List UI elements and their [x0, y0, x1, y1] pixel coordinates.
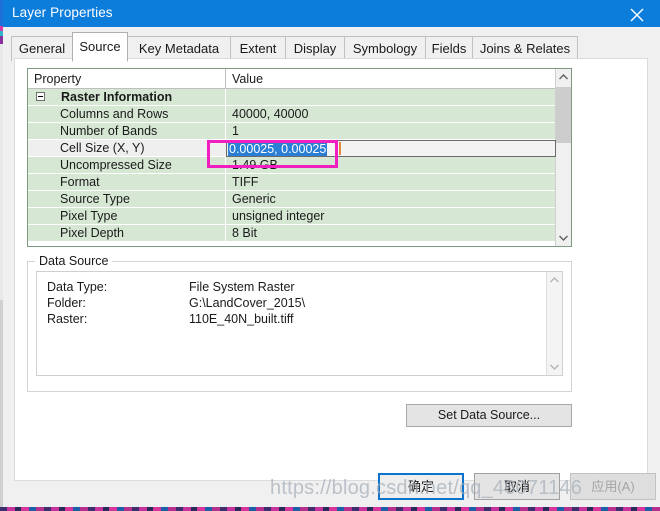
table-row[interactable]: Pixel Type unsigned integer: [28, 208, 557, 225]
scroll-up-icon[interactable]: [547, 272, 562, 288]
row-property-value: 1.49 GB: [232, 158, 278, 172]
raster-label: Raster:: [47, 312, 88, 326]
row-indent: [28, 225, 44, 241]
row-column-divider: [225, 191, 226, 207]
scrollbar-thumb[interactable]: [556, 87, 571, 143]
scroll-down-icon[interactable]: [556, 230, 571, 246]
row-property-value: 1: [232, 124, 239, 138]
data-source-scrollbar[interactable]: [546, 272, 562, 375]
row-property-name: Uncompressed Size: [60, 158, 172, 172]
row-column-divider: [225, 208, 226, 224]
folder-value: G:\LandCover_2015\: [189, 296, 306, 310]
row-indent: [28, 174, 44, 190]
raster-value: 110E_40N_built.tiff: [189, 312, 294, 326]
row-property-name: Cell Size (X, Y): [60, 141, 145, 155]
tab-strip: General Source Key Metadata Extent Displ…: [3, 27, 660, 62]
row-property-value: 40000, 40000: [232, 107, 309, 121]
data-type-label: Data Type:: [47, 280, 108, 294]
property-grid[interactable]: Property Value Raster Information Column…: [27, 68, 572, 247]
table-row[interactable]: Format TIFF: [28, 174, 557, 191]
set-data-source-button[interactable]: Set Data Source...: [406, 404, 572, 427]
row-column-divider: [225, 225, 226, 241]
scroll-up-icon[interactable]: [556, 69, 571, 85]
row-indent: [28, 208, 44, 224]
column-header-property: Property: [34, 72, 82, 86]
header-column-divider: [225, 69, 226, 89]
data-source-panel: Data Type: File System Raster Folder: G:…: [36, 271, 563, 376]
left-edge-artifact: [0, 0, 3, 511]
folder-label: Folder:: [47, 296, 86, 310]
title-bar: Layer Properties: [3, 0, 660, 27]
row-property-name: Source Type: [60, 192, 130, 206]
window-title: Layer Properties: [12, 5, 113, 20]
table-row[interactable]: Pixel Depth 8 Bit: [28, 225, 557, 242]
row-property-value: Generic: [232, 192, 276, 206]
row-indent: [28, 191, 44, 207]
cell-size-input[interactable]: 0.00025, 0.00025: [226, 140, 556, 157]
row-property-name: Number of Bands: [60, 124, 158, 138]
scroll-down-icon[interactable]: [547, 359, 562, 375]
row-indent: [28, 140, 44, 156]
table-row[interactable]: Source Type Generic: [28, 191, 557, 208]
bottom-edge-artifact: [0, 507, 660, 511]
collapse-icon[interactable]: [36, 92, 45, 101]
row-property-value: unsigned integer: [232, 209, 325, 223]
row-property-name: Columns and Rows: [60, 107, 169, 121]
row-column-divider: [225, 89, 226, 105]
row-property-name: Raster Information: [61, 90, 173, 104]
row-property-name: Format: [60, 175, 100, 189]
cell-size-input-value: 0.00025, 0.00025: [228, 142, 328, 156]
table-row[interactable]: Raster Information: [28, 89, 557, 106]
cancel-button[interactable]: 取消: [474, 473, 560, 500]
table-row[interactable]: Number of Bands 1: [28, 123, 557, 140]
row-column-divider: [225, 157, 226, 173]
row-indent: [28, 123, 44, 139]
row-indent: [28, 106, 44, 122]
property-grid-rows: Raster Information Columns and Rows 4000…: [28, 89, 557, 246]
row-column-divider: [225, 123, 226, 139]
table-row[interactable]: Uncompressed Size 1.49 GB: [28, 157, 557, 174]
text-caret: [339, 142, 341, 155]
row-property-name: Pixel Type: [60, 209, 118, 223]
layer-properties-dialog: Layer Properties General Source Key Meta…: [0, 0, 660, 511]
tab-source[interactable]: Source: [72, 32, 128, 62]
row-property-value: 8 Bit: [232, 226, 258, 240]
row-column-divider: [225, 106, 226, 122]
column-header-value: Value: [232, 72, 264, 86]
row-indent: [28, 157, 44, 173]
data-type-value: File System Raster: [189, 280, 295, 294]
table-row-cell-size[interactable]: Cell Size (X, Y) 0.00025, 0.00025: [28, 140, 557, 157]
close-icon[interactable]: [615, 0, 660, 27]
source-tab-panel: Property Value Raster Information Column…: [14, 58, 648, 481]
property-grid-header: Property Value: [28, 69, 571, 89]
row-property-name: Pixel Depth: [60, 226, 124, 240]
apply-button: 应用(A): [570, 473, 656, 500]
property-grid-scrollbar[interactable]: [555, 69, 571, 246]
ok-button[interactable]: 确定: [378, 473, 464, 500]
table-row[interactable]: Columns and Rows 40000, 40000: [28, 106, 557, 123]
row-property-value: TIFF: [232, 175, 259, 189]
row-column-divider: [225, 174, 226, 190]
data-source-legend: Data Source: [35, 254, 113, 268]
